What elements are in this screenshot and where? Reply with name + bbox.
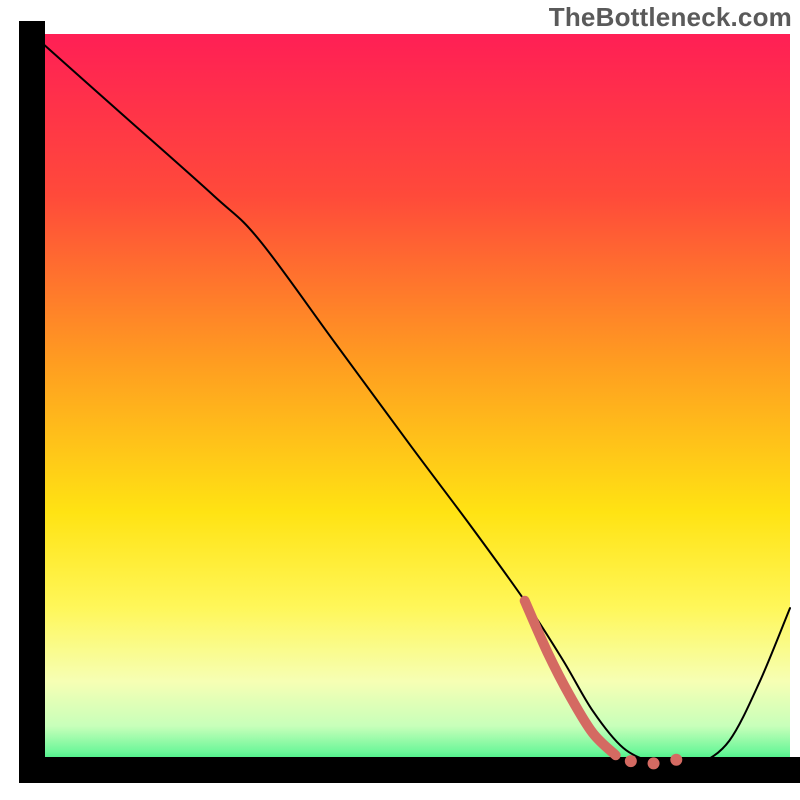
chart-frame: TheBottleneck.com: [0, 0, 800, 800]
bottleneck-chart: [0, 0, 800, 800]
optimal-dot: [648, 757, 660, 769]
optimal-dot: [670, 754, 682, 766]
optimal-dot: [625, 755, 637, 767]
plot-gradient-background: [32, 34, 790, 770]
watermark-text: TheBottleneck.com: [549, 2, 792, 33]
